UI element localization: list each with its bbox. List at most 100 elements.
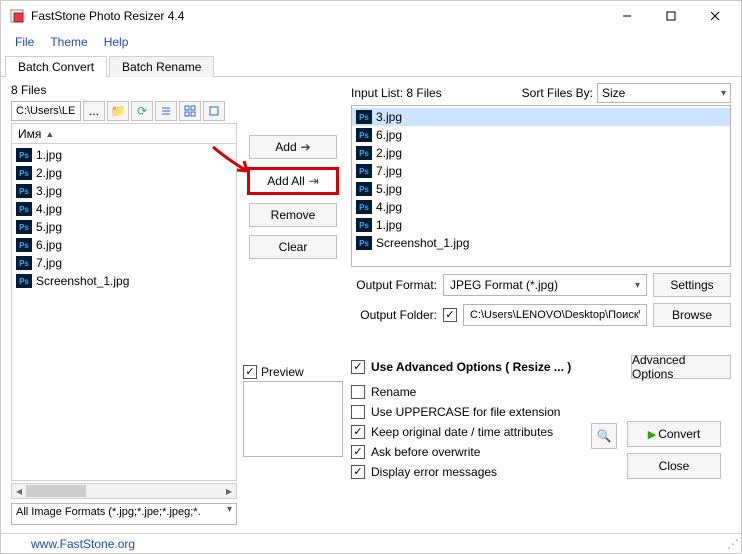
close-window-button[interactable] [693,2,737,30]
file-item[interactable]: Ps7.jpg [352,162,730,180]
browse-folder-button[interactable]: ... [83,101,105,121]
ps-icon: Ps [356,236,372,250]
file-item[interactable]: PsScreenshot_1.jpg [352,234,730,252]
option-label: Ask before overwrite [371,445,480,459]
menu-help[interactable]: Help [96,33,137,51]
ps-icon: Ps [16,166,32,180]
filelist-header-name[interactable]: Имя ▲ [11,123,237,143]
output-format-label: Output Format: [351,278,437,292]
preview-panel [243,381,343,457]
file-item[interactable]: Ps6.jpg [12,236,236,254]
ps-icon: Ps [16,220,32,234]
browse-button[interactable]: Browse [653,303,731,327]
file-item[interactable]: Ps1.jpg [352,216,730,234]
file-filter-select[interactable]: All Image Formats (*.jpg;*.jpe;*.jpeg;*.… [11,503,237,525]
menu-file[interactable]: File [7,33,42,51]
menu-theme[interactable]: Theme [42,33,95,51]
file-count-label: 8 Files [11,83,237,97]
ps-icon: Ps [356,218,372,232]
output-folder-checkbox[interactable]: ✓ [443,308,457,322]
folder-up-icon: 📁 [111,104,126,118]
remove-button[interactable]: Remove [249,203,337,227]
ps-icon: Ps [356,128,372,142]
ps-icon: Ps [356,146,372,160]
option-checkbox[interactable] [351,405,365,419]
input-list-label: Input List: 8 Files [351,86,442,100]
footer-link[interactable]: www.FastStone.org [31,537,135,551]
file-item[interactable]: PsScreenshot_1.jpg [12,272,236,290]
tab-batch-rename[interactable]: Batch Rename [109,56,214,77]
advanced-options-button[interactable]: Advanced Options [631,355,731,379]
window-title: FastStone Photo Resizer 4.4 [31,9,605,23]
refresh-icon: ⟳ [137,104,147,118]
folder-path-input[interactable] [11,101,81,121]
go-up-button[interactable]: 📁 [107,101,129,121]
arrow-right-icon: ➔ [301,140,311,154]
option-checkbox[interactable]: ✓ [351,445,365,459]
sort-by-select[interactable]: Size▾ [597,83,731,103]
close-button[interactable]: Close [627,453,721,479]
file-item[interactable]: Ps2.jpg [12,164,236,182]
maximize-button[interactable] [649,2,693,30]
ps-icon: Ps [16,184,32,198]
ps-icon: Ps [16,202,32,216]
refresh-button[interactable]: ⟳ [131,101,153,121]
magnifier-icon: 🔍 [597,429,612,443]
ps-icon: Ps [356,200,372,214]
option-label: Rename [371,385,416,399]
view-icons-button[interactable] [179,101,201,121]
clear-button[interactable]: Clear [249,235,337,259]
resize-grip[interactable]: ⋰ [727,537,739,551]
output-folder-input[interactable] [463,304,647,326]
tab-batch-convert[interactable]: Batch Convert [5,56,107,77]
file-item[interactable]: Ps6.jpg [352,126,730,144]
option-checkbox[interactable] [351,385,365,399]
file-item[interactable]: Ps3.jpg [352,108,730,126]
file-item[interactable]: Ps5.jpg [352,180,730,198]
view-thumbs-button[interactable] [203,101,225,121]
option-checkbox[interactable]: ✓ [351,465,365,479]
scroll-left-icon[interactable]: ◂ [12,484,26,498]
preview-label: Preview [261,365,304,379]
scroll-right-icon[interactable]: ▸ [222,484,236,498]
arrow-double-right-icon: ⇥ [309,174,319,188]
file-item[interactable]: Ps4.jpg [12,200,236,218]
advanced-options-label: Use Advanced Options ( Resize ... ) [371,360,571,374]
sort-by-label: Sort Files By: [522,86,593,100]
view-list-button[interactable] [155,101,177,121]
ps-icon: Ps [356,164,372,178]
file-item[interactable]: Ps5.jpg [12,218,236,236]
sort-asc-icon: ▲ [45,129,54,139]
option-label: Display error messages [371,465,497,479]
ps-icon: Ps [16,256,32,270]
add-all-button[interactable]: Add All ⇥ [247,167,339,195]
minimize-button[interactable] [605,2,649,30]
ps-icon: Ps [356,110,372,124]
output-folder-label: Output Folder: [351,308,437,322]
file-item[interactable]: Ps4.jpg [352,198,730,216]
file-item[interactable]: Ps7.jpg [12,254,236,272]
left-file-list[interactable]: Ps1.jpgPs2.jpgPs3.jpgPs4.jpgPs5.jpgPs6.j… [11,143,237,481]
add-button[interactable]: Add ➔ [249,135,337,159]
ps-icon: Ps [356,182,372,196]
input-file-list[interactable]: Ps3.jpgPs6.jpgPs2.jpgPs7.jpgPs5.jpgPs4.j… [351,105,731,267]
option-label: Use UPPERCASE for file extension [371,405,560,419]
output-format-select[interactable]: JPEG Format (*.jpg)▾ [443,274,647,296]
ps-icon: Ps [16,148,32,162]
ps-icon: Ps [16,238,32,252]
option-checkbox[interactable]: ✓ [351,425,365,439]
convert-button[interactable]: ▶ Convert [627,421,721,447]
preview-checkbox[interactable]: ✓ [243,365,257,379]
app-icon [9,8,25,24]
left-scrollbar[interactable]: ◂ ▸ [11,483,237,499]
file-item[interactable]: Ps1.jpg [12,146,236,164]
file-item[interactable]: Ps3.jpg [12,182,236,200]
option-label: Keep original date / time attributes [371,425,553,439]
scroll-thumb[interactable] [26,485,86,497]
ps-icon: Ps [16,274,32,288]
preview-magnify-button[interactable]: 🔍 [591,423,617,449]
play-icon: ▶ [648,428,656,441]
file-item[interactable]: Ps2.jpg [352,144,730,162]
advanced-options-checkbox[interactable]: ✓ [351,360,365,374]
settings-button[interactable]: Settings [653,273,731,297]
